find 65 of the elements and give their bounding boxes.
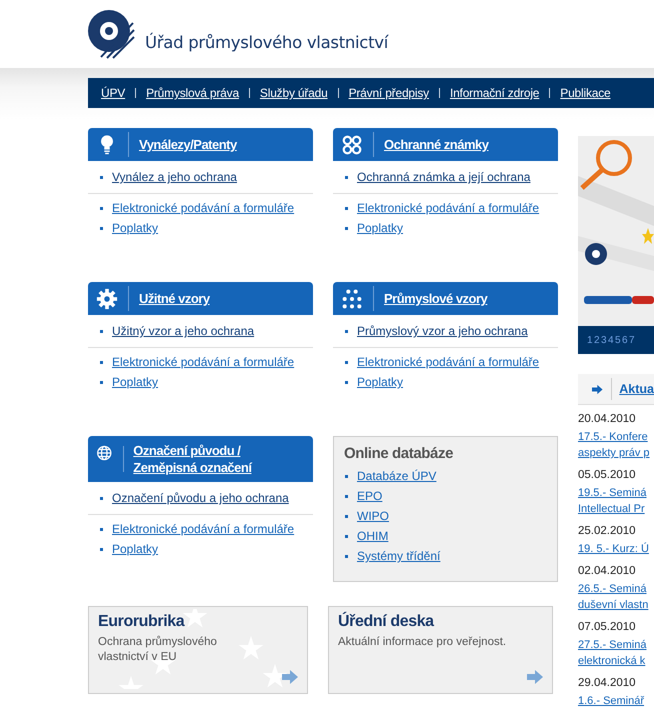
arrow-right-icon[interactable] xyxy=(527,670,543,684)
page-link[interactable]: 1 xyxy=(587,334,594,346)
nav-link[interactable]: Průmyslová práva xyxy=(135,88,249,98)
arrow-right-icon[interactable] xyxy=(282,670,298,684)
news-date: 05.05.2010 xyxy=(578,469,637,481)
database-link[interactable]: OHIM xyxy=(357,529,388,543)
section-title-link[interactable]: Průmyslové vzory xyxy=(384,290,488,307)
database-link[interactable]: WIPO xyxy=(357,509,389,523)
nav-link[interactable]: Publikace xyxy=(549,88,620,98)
section-link[interactable]: Užitný vzor a jeho ochrana xyxy=(112,324,254,338)
section-link[interactable]: Poplatky xyxy=(112,375,158,389)
section-link[interactable]: Ochranná známka a její ochrana xyxy=(357,170,530,184)
section-link[interactable]: Poplatky xyxy=(357,375,404,389)
promo-text: Aktuální informace pro veřejnost. xyxy=(338,635,508,650)
section-link[interactable]: Elektronické podávání a formuláře xyxy=(357,201,540,215)
nav-link[interactable]: Právní předpisy xyxy=(338,88,439,98)
dots-icon xyxy=(341,288,363,310)
section-link[interactable]: Poplatky xyxy=(112,542,158,556)
promo-box[interactable]: Úřední deska Aktuální informace pro veřejnost. xyxy=(328,606,553,694)
promo-title: Úřední deska xyxy=(338,613,436,631)
database-link[interactable]: Systémy třídění xyxy=(357,549,440,563)
promo-title: Eurorubrika xyxy=(98,613,186,631)
page-link[interactable]: 2 xyxy=(594,334,601,346)
page-link[interactable]: 6 xyxy=(622,334,629,346)
section-title-link[interactable]: Ochranné známky xyxy=(384,136,488,153)
section-link[interactable]: Poplatky xyxy=(112,221,158,235)
section-link[interactable]: Označení původu a jeho ochrana xyxy=(112,491,289,505)
promo-box[interactable]: Eurorubrika Ochrana průmyslového vlastnictví v EU xyxy=(88,606,308,694)
database-link[interactable]: Databáze ÚPV xyxy=(357,469,436,483)
knot-icon xyxy=(341,134,363,156)
news-date: 07.05.2010 xyxy=(578,621,637,633)
page-link[interactable]: 3 xyxy=(601,334,608,346)
news-link[interactable]: 19.5.- Seminá Intellectual Pr xyxy=(578,485,654,517)
section-link[interactable]: Vynález a jeho ochrana xyxy=(112,170,237,184)
page-link[interactable]: 7 xyxy=(629,334,636,346)
news-link[interactable]: 19. 5.- Kurz: Ú xyxy=(578,541,654,557)
section-link[interactable]: Elektronické podávání a formuláře xyxy=(357,355,540,369)
section-link[interactable]: Poplatky xyxy=(357,221,404,235)
news-link[interactable]: 27.5.- Seminá elektronická k xyxy=(578,637,654,669)
news-date: 25.02.2010 xyxy=(578,525,637,537)
arrow-right-icon xyxy=(592,382,603,396)
page-link[interactable]: 4 xyxy=(608,334,615,346)
news-date: 29.04.2010 xyxy=(578,677,637,689)
gear-icon xyxy=(96,288,118,310)
news-date: 02.04.2010 xyxy=(578,565,637,577)
news-link[interactable]: 1.6.- Seminář xyxy=(578,693,654,709)
site-title: Úřad průmyslového vlastnictví xyxy=(145,32,388,52)
page-link[interactable]: 5 xyxy=(615,334,622,346)
database-link[interactable]: EPO xyxy=(357,489,382,503)
panel-title: Online databáze xyxy=(344,445,454,462)
section-link[interactable]: Průmyslový vzor a jeho ochrana xyxy=(357,324,528,338)
news-link[interactable]: 26.5.- Seminá duševní vlastn xyxy=(578,581,654,613)
nav-link[interactable]: Informační zdroje xyxy=(438,88,550,98)
section-title-link[interactable]: Označení původu / Zeměpisná označení xyxy=(133,442,305,476)
news-link[interactable]: 17.5.- Konfere aspekty práv p xyxy=(578,429,654,461)
promo-text: Ochrana průmyslového vlastnictví v EU xyxy=(98,635,218,665)
news-date: 20.04.2010 xyxy=(578,413,637,425)
section-title-link[interactable]: Užitné vzory xyxy=(139,290,210,307)
section-title-link[interactable]: Vynálezy/Patenty xyxy=(139,136,237,153)
section-link[interactable]: Elektronické podávání a formuláře xyxy=(112,201,294,215)
nav-link[interactable]: Služby úřadu xyxy=(248,88,338,98)
section-link[interactable]: Elektronické podávání a formuláře xyxy=(112,355,294,369)
news-heading-link[interactable]: Aktua xyxy=(619,382,654,396)
section-link[interactable]: Elektronické podávání a formuláře xyxy=(112,522,294,536)
nav-link[interactable]: ÚPV xyxy=(88,88,136,98)
